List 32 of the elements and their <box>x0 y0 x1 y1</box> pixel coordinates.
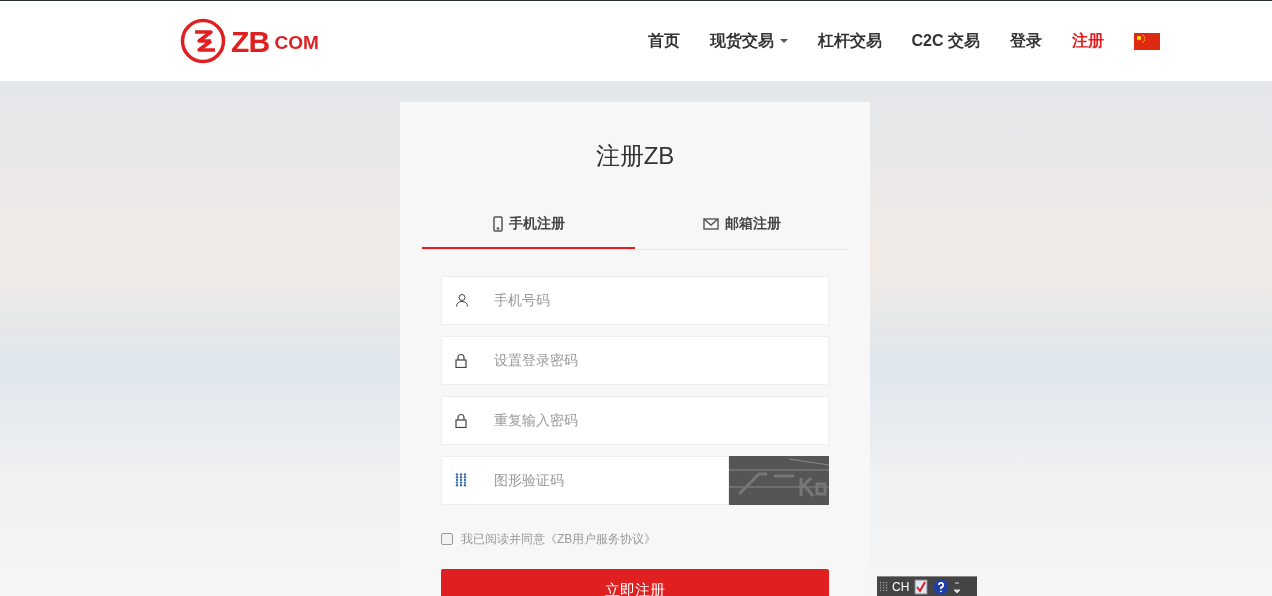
language-label[interactable]: CH <box>892 577 910 596</box>
form-title: 注册ZB <box>594 141 676 171</box>
agreement-label: 我已阅读并同意《ZB用户服务协议》 <box>461 531 657 548</box>
input-field[interactable]: 图形验证码 <box>441 456 729 505</box>
nav-link[interactable]: 注册 <box>1072 29 1104 53</box>
grip-icon <box>880 581 888 592</box>
user-icon <box>455 293 469 307</box>
flag-icon[interactable] <box>1134 32 1160 50</box>
logo-text: ZB <box>231 23 270 60</box>
agree-checkbox[interactable] <box>441 533 453 545</box>
register-tab[interactable]: 邮箱注册 <box>635 200 848 249</box>
nav-link[interactable]: C2C 交易 <box>911 29 980 53</box>
lock-icon <box>455 413 467 428</box>
register-tab[interactable]: 手机注册 <box>422 200 635 249</box>
input-field[interactable]: 手机号码 <box>441 276 829 325</box>
phone-icon <box>492 215 503 232</box>
nav-link[interactable]: 杠杆交易 <box>817 29 882 53</box>
register-button[interactable]: 立即注册 <box>441 569 829 596</box>
nav-link[interactable]: 登录 <box>1010 29 1042 53</box>
nav-link[interactable]: 现货交易 <box>709 29 788 53</box>
mail-icon <box>702 217 719 230</box>
input-field[interactable]: 重复输入密码 <box>441 396 829 445</box>
minimize-icon[interactable] <box>953 579 962 594</box>
logo[interactable]: ZB COM <box>180 18 319 64</box>
help-icon[interactable] <box>933 578 950 595</box>
document-check-icon[interactable] <box>913 578 930 595</box>
logo-suffix: COM <box>274 30 319 55</box>
nav-link[interactable]: 首页 <box>647 29 680 53</box>
input-field[interactable]: 设置登录密码 <box>441 336 829 385</box>
logo-icon <box>180 18 226 64</box>
captcha-icon <box>455 473 467 487</box>
lock-icon <box>455 353 467 368</box>
